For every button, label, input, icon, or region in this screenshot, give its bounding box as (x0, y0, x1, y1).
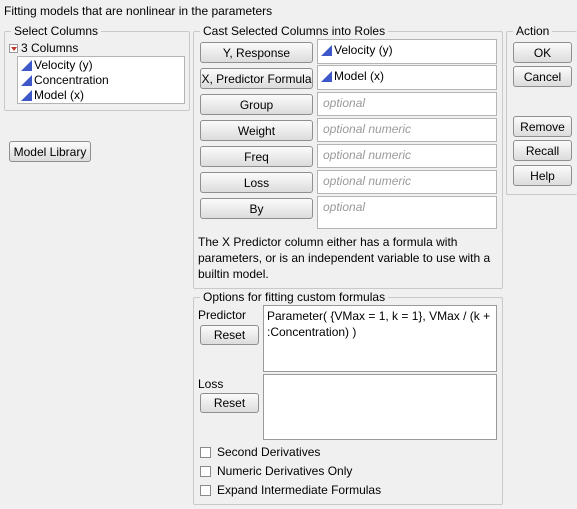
cast-roles-legend: Cast Selected Columns into Roles (200, 24, 389, 38)
checkbox-box[interactable] (200, 446, 211, 458)
by-button[interactable]: By (200, 198, 313, 219)
remove-button[interactable]: Remove (513, 116, 572, 137)
freq-button[interactable]: Freq (200, 146, 313, 167)
model-library-button[interactable]: Model Library (9, 141, 91, 162)
freq-role-box[interactable]: optional numeric (317, 144, 497, 168)
group-role-box[interactable]: optional (317, 92, 497, 116)
columns-header[interactable]: 3 Columns (9, 41, 78, 55)
loss-role-box[interactable]: optional numeric (317, 170, 497, 194)
column-item[interactable]: Velocity (y) (21, 58, 93, 72)
column-label: Velocity (y) (34, 58, 93, 72)
column-list[interactable]: Velocity (y) Concentration Model (x) (17, 56, 185, 104)
recall-button[interactable]: Recall (513, 140, 572, 161)
role-placeholder: optional (323, 96, 366, 110)
group-button[interactable]: Group (200, 94, 313, 115)
checkbox-label: Numeric Derivatives Only (217, 464, 353, 478)
role-entry[interactable]: Velocity (y) (321, 43, 393, 57)
by-role-box[interactable]: optional (317, 196, 497, 229)
loss-label: Loss (198, 377, 224, 391)
checkbox-label: Second Derivatives (217, 445, 321, 459)
disclosure-triangle-icon[interactable] (9, 43, 18, 53)
expand-intermediate-formulas-checkbox[interactable]: Expand Intermediate Formulas (200, 483, 381, 497)
column-item[interactable]: Model (x) (21, 88, 84, 102)
ok-button[interactable]: OK (513, 42, 572, 63)
role-placeholder: optional numeric (323, 122, 412, 136)
column-item[interactable]: Concentration (21, 73, 109, 87)
weight-button[interactable]: Weight (200, 120, 313, 141)
continuous-column-icon (21, 74, 32, 86)
predictor-label: Predictor (198, 308, 247, 322)
action-legend: Action (513, 24, 553, 38)
x-predictor-role-box[interactable]: Model (x) (317, 65, 497, 90)
role-placeholder: optional (323, 200, 366, 214)
page-title: Fitting models that are nonlinear in the… (4, 4, 273, 18)
checkbox-label: Expand Intermediate Formulas (217, 483, 382, 497)
numeric-derivatives-only-checkbox[interactable]: Numeric Derivatives Only (200, 464, 352, 478)
y-response-button[interactable]: Y, Response (200, 42, 313, 63)
help-button[interactable]: Help (513, 165, 572, 186)
columns-count-label: 3 Columns (21, 41, 79, 55)
continuous-column-icon (21, 59, 32, 71)
loss-reset-button[interactable]: Reset (200, 393, 259, 413)
loss-formula-field[interactable] (263, 374, 497, 440)
cancel-button[interactable]: Cancel (513, 66, 572, 87)
role-placeholder: optional numeric (323, 148, 412, 162)
select-columns-legend: Select Columns (11, 24, 102, 38)
continuous-column-icon (321, 44, 332, 56)
continuous-column-icon (321, 70, 332, 82)
predictor-formula-field[interactable]: Parameter( {VMax = 1, k = 1}, VMax / (k … (263, 305, 497, 372)
options-legend: Options for fitting custom formulas (200, 290, 389, 304)
role-placeholder: optional numeric (323, 174, 412, 188)
weight-role-box[interactable]: optional numeric (317, 118, 497, 142)
role-entry[interactable]: Model (x) (321, 69, 384, 83)
role-entry-label: Model (x) (334, 69, 385, 83)
y-response-role-box[interactable]: Velocity (y) (317, 39, 497, 64)
loss-button[interactable]: Loss (200, 172, 313, 193)
continuous-column-icon (21, 89, 32, 101)
column-label: Concentration (34, 73, 109, 87)
x-predictor-note: The X Predictor column either has a form… (198, 235, 491, 281)
checkbox-box[interactable] (200, 484, 211, 496)
role-entry-label: Velocity (y) (334, 43, 393, 57)
column-label: Model (x) (34, 88, 85, 102)
select-columns-group: Select Columns 3 Columns Velocity (y) Co… (4, 24, 190, 111)
x-predictor-formula-button[interactable]: X, Predictor Formula (200, 68, 313, 89)
predictor-reset-button[interactable]: Reset (200, 325, 259, 345)
checkbox-box[interactable] (200, 465, 211, 477)
second-derivatives-checkbox[interactable]: Second Derivatives (200, 445, 320, 459)
